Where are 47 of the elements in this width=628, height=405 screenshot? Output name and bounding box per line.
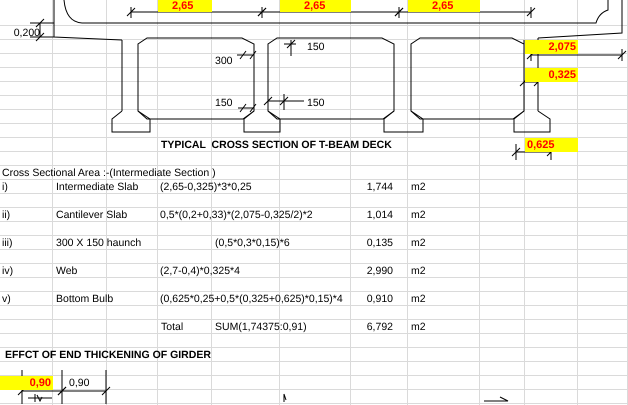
area-formula: (2,7-0,4)*0,325*4 bbox=[160, 264, 240, 278]
area-value: 2,990 bbox=[366, 264, 393, 278]
dimension-label: 150 bbox=[307, 40, 325, 54]
line-mark bbox=[484, 396, 508, 402]
area-value: 1,744 bbox=[366, 180, 393, 194]
total-label: Total bbox=[161, 320, 184, 334]
section-heading: EFFCT OF END THICKENING OF GIRDER bbox=[5, 348, 211, 362]
area-formula: (0,5*0,3*0,15)*6 bbox=[215, 236, 290, 250]
area-unit: m2 bbox=[411, 236, 426, 250]
row-index: i) bbox=[2, 180, 8, 194]
area-unit: m2 bbox=[411, 180, 426, 194]
dimension-label: 300 bbox=[215, 54, 233, 68]
dimension-label: 0,200 bbox=[14, 26, 40, 40]
area-unit: m2 bbox=[411, 292, 426, 306]
row-index: iii) bbox=[2, 236, 12, 250]
dimension-label: 0,325 bbox=[525, 68, 578, 82]
area-unit: m2 bbox=[411, 320, 426, 334]
area-formula: (2,65-0,325)*3*0,25 bbox=[160, 180, 252, 194]
area-value: 0,135 bbox=[366, 236, 393, 250]
dimension-label: 2,65 bbox=[280, 0, 351, 12]
area-value: 1,014 bbox=[366, 208, 393, 222]
item-name: 300 X 150 haunch bbox=[56, 236, 142, 250]
row-index: iv) bbox=[2, 264, 14, 278]
dimension-label: 0,625 bbox=[525, 138, 578, 152]
line-mark bbox=[284, 394, 286, 402]
area-formula: (0,625*0,25+0,5*(0,325+0,625)*0,15)*4 bbox=[160, 292, 343, 306]
item-name: Bottom Bulb bbox=[56, 292, 114, 306]
dimension-label: 0,90 bbox=[0, 376, 53, 390]
area-formula: 0,5*(0,2+0,33)*(2,075-0,325/2)*2 bbox=[160, 208, 313, 222]
section-heading: Cross Sectional Area :-(Intermediate Section ) bbox=[2, 166, 216, 180]
item-name: Web bbox=[56, 264, 78, 278]
item-name: Cantilever Slab bbox=[56, 208, 128, 222]
item-name: Intermediate Slab bbox=[56, 180, 138, 194]
dimension-label: 150 bbox=[307, 96, 325, 110]
dimension-label: 2,65 bbox=[408, 0, 480, 12]
dimension-label: 150 bbox=[215, 96, 233, 110]
drawing-title: TYPICAL CROSS SECTION OF T-BEAM DECK bbox=[161, 138, 392, 152]
row-index: ii) bbox=[2, 208, 10, 222]
dimension-label: 0,90 bbox=[69, 376, 90, 390]
area-value: 0,910 bbox=[366, 292, 393, 306]
area-unit: m2 bbox=[411, 264, 426, 278]
dimension-label: 2,65 bbox=[158, 0, 212, 12]
total-formula: SUM(1,74375:0,91) bbox=[215, 320, 307, 334]
total-area-value: 6,792 bbox=[366, 320, 393, 334]
area-unit: m2 bbox=[411, 208, 426, 222]
dimension-label: 2,075 bbox=[525, 40, 578, 54]
row-index: v) bbox=[2, 292, 11, 306]
